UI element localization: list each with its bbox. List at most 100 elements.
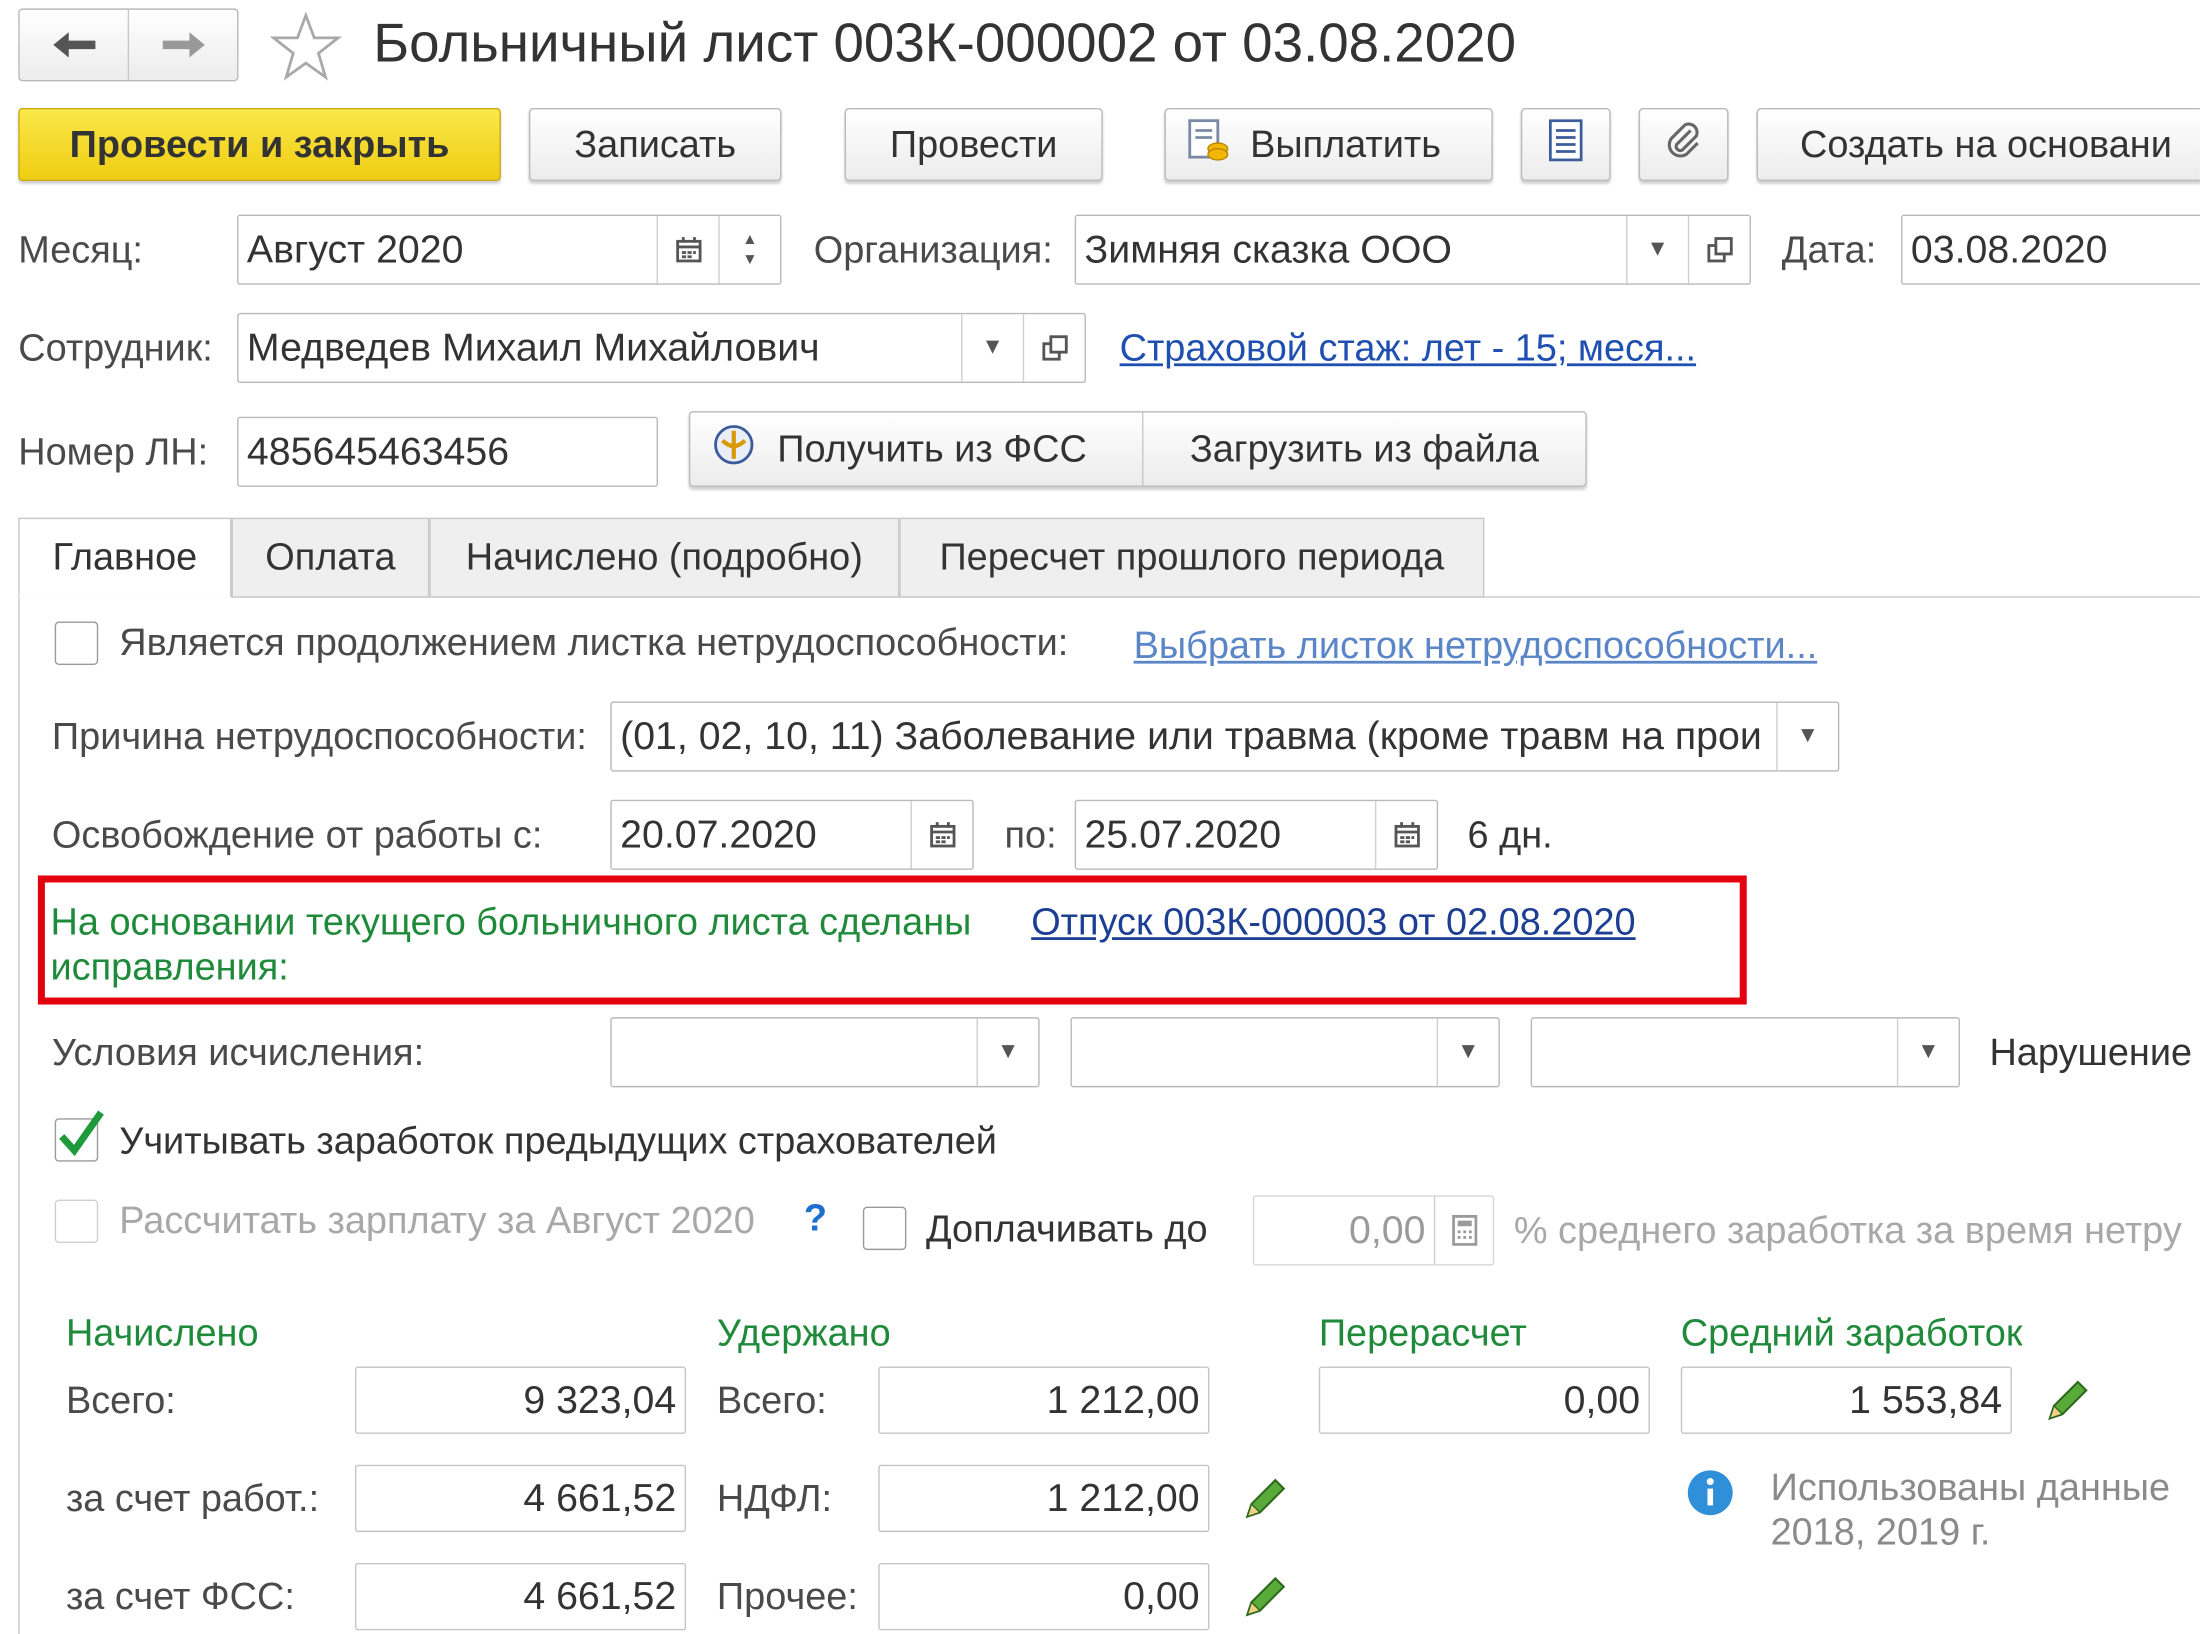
condition-select-2[interactable]: ▼ bbox=[1070, 1017, 1500, 1088]
days-count: 6 дн. bbox=[1467, 813, 1553, 856]
calculator-icon[interactable] bbox=[1433, 1196, 1493, 1265]
back-arrow-icon[interactable] bbox=[20, 9, 130, 80]
continuation-label: Является продолжением листка нетрудоспос… bbox=[119, 621, 1069, 664]
ndfl-label: НДФЛ: bbox=[716, 1477, 833, 1520]
calendar-icon[interactable] bbox=[1374, 801, 1437, 869]
chevron-down-icon[interactable]: ▼ bbox=[976, 1018, 1038, 1086]
edit-other-pencil-icon[interactable] bbox=[1242, 1573, 1290, 1621]
condition-select-3[interactable]: ▼ bbox=[1530, 1017, 1960, 1088]
chevron-down-icon[interactable]: ▼ bbox=[742, 250, 757, 270]
tab-past-period-recalc[interactable]: Пересчет прошлого периода bbox=[899, 517, 1485, 598]
accrued-total-value: 9 323,04 bbox=[354, 1366, 687, 1434]
chevron-down-icon[interactable]: ▼ bbox=[961, 314, 1023, 382]
month-label: Месяц: bbox=[18, 228, 143, 271]
chevron-down-icon[interactable]: ▼ bbox=[1626, 216, 1688, 284]
recalc-header: Перерасчет bbox=[1318, 1311, 1527, 1354]
date-field[interactable]: 03.08.2020 bbox=[1901, 214, 2200, 285]
topup-checkbox[interactable] bbox=[862, 1206, 907, 1251]
release-from-value: 20.07.2020 bbox=[620, 812, 817, 856]
open-item-icon[interactable] bbox=[1687, 216, 1750, 284]
insurance-experience-link[interactable]: Страховой стаж: лет - 15; меся... bbox=[1120, 327, 1696, 370]
violation-label: Нарушение bbox=[1989, 1031, 2193, 1074]
pay-button-label: Выплатить bbox=[1250, 122, 1442, 165]
employee-value: Медведев Михаил Михайлович bbox=[246, 325, 820, 369]
get-from-fss-label: Получить из ФСС bbox=[777, 427, 1087, 470]
withheld-header: Удержано bbox=[716, 1311, 891, 1354]
release-to-label: по: bbox=[1004, 813, 1057, 856]
release-to-value: 25.07.2020 bbox=[1084, 812, 1282, 856]
vacation-document-link[interactable]: Отпуск 003К-000003 от 02.08.2020 bbox=[1031, 901, 1635, 944]
ln-number-label: Номер ЛН: bbox=[18, 430, 209, 473]
organization-field[interactable]: Зимняя сказка ООО ▼ bbox=[1074, 214, 1751, 285]
help-icon[interactable]: ? bbox=[804, 1197, 827, 1240]
report-list-icon bbox=[1548, 118, 1583, 171]
continuation-checkbox[interactable] bbox=[54, 621, 99, 666]
reason-field[interactable]: (01, 02, 10, 11) Заболевание или травма … bbox=[610, 701, 1840, 772]
chevron-up-icon[interactable]: ▲ bbox=[742, 230, 757, 250]
used-data-years: 2018, 2019 г. bbox=[1770, 1511, 1991, 1554]
recalc-total-value: 0,00 bbox=[1318, 1366, 1650, 1434]
topup-label: Доплачивать до bbox=[925, 1207, 1208, 1251]
reason-value: (01, 02, 10, 11) Заболевание или травма … bbox=[620, 714, 1762, 758]
ln-number-field[interactable]: 485645463456 bbox=[237, 416, 659, 487]
organization-label: Организация: bbox=[813, 228, 1053, 271]
paperclip-icon bbox=[1663, 119, 1705, 171]
month-stepper[interactable]: ▲ ▼ bbox=[718, 216, 780, 284]
tab-main[interactable]: Главное bbox=[18, 517, 232, 598]
accrued-employer-value: 4 661,52 bbox=[354, 1464, 687, 1533]
edit-ndfl-pencil-icon[interactable] bbox=[1242, 1475, 1290, 1523]
fss-emblem-icon bbox=[713, 423, 755, 475]
checkmark-icon bbox=[59, 1110, 104, 1157]
open-item-icon[interactable] bbox=[1022, 314, 1085, 382]
load-from-file-button[interactable]: Загрузить из файла bbox=[1143, 412, 1585, 485]
accrued-fss-value: 4 661,52 bbox=[354, 1562, 687, 1631]
month-field[interactable]: Август 2020 ▲ ▼ bbox=[237, 214, 782, 285]
prev-employers-checkbox[interactable] bbox=[54, 1110, 104, 1162]
create-based-on-label: Создать на основани bbox=[1800, 122, 2172, 165]
calendar-icon[interactable] bbox=[656, 216, 719, 284]
edit-avg-earnings-pencil-icon[interactable] bbox=[2044, 1376, 2092, 1424]
other-withheld-label: Прочее: bbox=[716, 1575, 858, 1618]
avg-earnings-value: 1 553,84 bbox=[1680, 1366, 2012, 1434]
tab-accrued-details[interactable]: Начислено (подробно) bbox=[429, 517, 900, 598]
post-button[interactable]: Провести bbox=[844, 108, 1103, 181]
ndfl-value: 1 212,00 bbox=[878, 1464, 1210, 1533]
chevron-down-icon[interactable]: ▼ bbox=[1436, 1018, 1499, 1086]
get-from-fss-button[interactable]: Получить из ФСС bbox=[690, 412, 1144, 486]
avg-percent-label: % среднего заработка за время нетру bbox=[1513, 1209, 2182, 1252]
month-value: Август 2020 bbox=[246, 227, 464, 271]
release-to-field[interactable]: 25.07.2020 bbox=[1074, 799, 1439, 870]
condition-select-1[interactable]: ▼ bbox=[610, 1017, 1040, 1088]
topup-percent-field[interactable]: 0,00 bbox=[1252, 1195, 1495, 1266]
tab-payment[interactable]: Оплата bbox=[231, 517, 430, 598]
post-and-close-button[interactable]: Провести и закрыть bbox=[18, 108, 501, 181]
release-from-field[interactable]: 20.07.2020 bbox=[610, 799, 974, 870]
topup-percent-value: 0,00 bbox=[1348, 1207, 1426, 1252]
withheld-total-value: 1 212,00 bbox=[878, 1366, 1210, 1434]
report-button[interactable] bbox=[1520, 108, 1611, 181]
accrued-fss-label: за счет ФСС: bbox=[65, 1575, 295, 1618]
create-based-on-button[interactable]: Создать на основани bbox=[1756, 108, 2200, 181]
accrued-employer-label: за счет работ.: bbox=[65, 1477, 320, 1520]
calc-salary-checkbox[interactable] bbox=[54, 1199, 99, 1244]
prev-employers-label: Учитывать заработок предыдущих страховат… bbox=[119, 1119, 997, 1162]
calendar-icon[interactable] bbox=[910, 801, 973, 869]
employee-field[interactable]: Медведев Михаил Михайлович ▼ bbox=[237, 312, 1086, 384]
info-icon bbox=[1685, 1468, 1736, 1528]
used-data-info: Использованы данные bbox=[1770, 1466, 2171, 1509]
pay-button[interactable]: Выплатить bbox=[1164, 108, 1493, 181]
accrued-total-label: Всего: bbox=[65, 1379, 176, 1422]
date-label: Дата: bbox=[1781, 228, 1877, 271]
corrections-text: На основании текущего больничного листа … bbox=[50, 900, 972, 943]
chevron-down-icon[interactable]: ▼ bbox=[1896, 1018, 1959, 1086]
save-button[interactable]: Записать bbox=[528, 108, 782, 181]
accrued-header: Начислено bbox=[65, 1311, 259, 1354]
chevron-down-icon[interactable]: ▼ bbox=[1776, 702, 1838, 771]
fss-button-group: Получить из ФСС Загрузить из файла bbox=[688, 411, 1587, 487]
choose-sick-sheet-link[interactable]: Выбрать листок нетрудоспособности... bbox=[1134, 624, 1818, 667]
avg-earnings-header: Средний заработок bbox=[1680, 1311, 2023, 1354]
pay-document-icon bbox=[1186, 117, 1231, 172]
favorite-star-icon[interactable] bbox=[269, 11, 343, 91]
forward-arrow-icon[interactable] bbox=[129, 10, 237, 80]
attachment-button[interactable] bbox=[1638, 108, 1729, 181]
